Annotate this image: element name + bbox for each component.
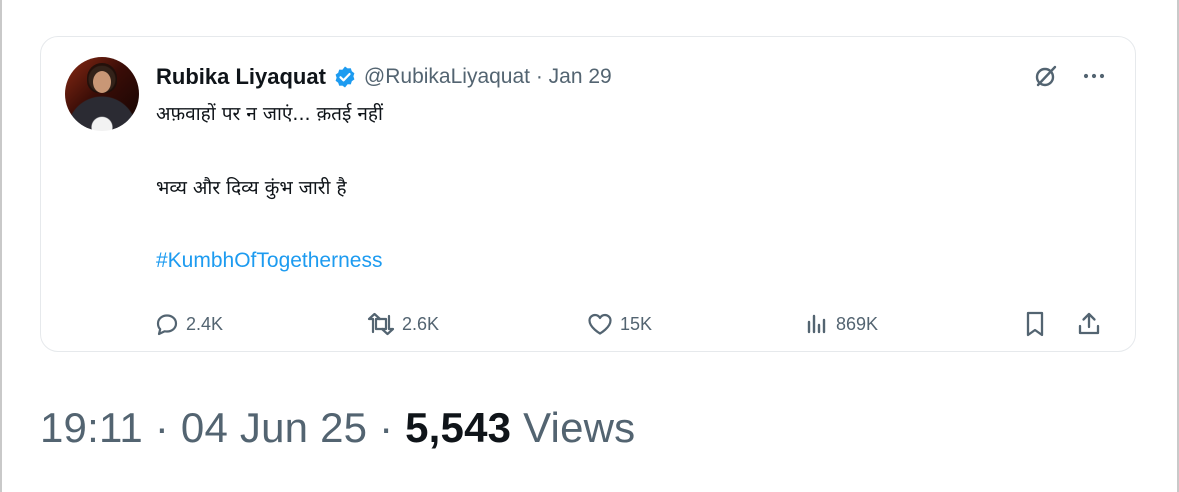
tweet-top-actions [1033, 63, 1107, 89]
screenshot-page: Rubika Liyaquat @RubikaLiyaquat · Jan 29 [0, 0, 1179, 492]
tweet-header: Rubika Liyaquat @RubikaLiyaquat · Jan 29 [156, 61, 612, 93]
avatar-face [93, 71, 111, 93]
more-icon[interactable] [1081, 63, 1107, 89]
author-name[interactable]: Rubika Liyaquat [156, 64, 326, 90]
like-button[interactable]: 15K [586, 309, 652, 339]
bookmark-button[interactable] [1022, 309, 1048, 339]
share-icon [1076, 310, 1102, 338]
post-view-count: 5,543 [405, 404, 512, 451]
retweet-count: 2.6K [402, 313, 440, 334]
hashtag-link[interactable]: #KumbhOfTogetherness [156, 249, 382, 273]
share-button[interactable] [1076, 309, 1102, 339]
post-timestamp[interactable]: 19:11 · 04 Jun 25 · [40, 404, 405, 451]
reply-count: 2.4K [186, 313, 224, 334]
retweet-icon [366, 311, 396, 337]
tweet-action-bar: 2.4K 2.6K 15K 869K [154, 309, 1114, 339]
tweet-text-line-1: अफ़वाहों पर न जाएं... क़तई नहीं [156, 103, 383, 125]
bookmark-icon [1022, 310, 1048, 338]
post-views-label: Views [511, 404, 636, 451]
retweet-button[interactable]: 2.6K [366, 309, 439, 339]
grok-icon[interactable] [1033, 63, 1059, 89]
tweet-text-line-2: भव्य और दिव्य कुंभ जारी है [156, 177, 347, 199]
views-icon [804, 311, 830, 337]
like-icon [586, 311, 614, 337]
like-count: 15K [620, 313, 653, 334]
verified-badge-icon [333, 65, 357, 89]
frame-border-left [0, 0, 2, 492]
author-handle-and-date[interactable]: @RubikaLiyaquat · Jan 29 [364, 65, 612, 89]
views-count: 869K [836, 313, 879, 334]
reply-button[interactable]: 2.4K [154, 309, 223, 339]
reply-icon [154, 311, 180, 337]
post-timestamp-and-views: 19:11 · 04 Jun 25 · 5,543 Views [40, 404, 635, 452]
avatar[interactable] [65, 57, 139, 131]
views-button[interactable]: 869K [804, 309, 878, 339]
quoted-tweet-card[interactable]: Rubika Liyaquat @RubikaLiyaquat · Jan 29 [40, 36, 1136, 352]
